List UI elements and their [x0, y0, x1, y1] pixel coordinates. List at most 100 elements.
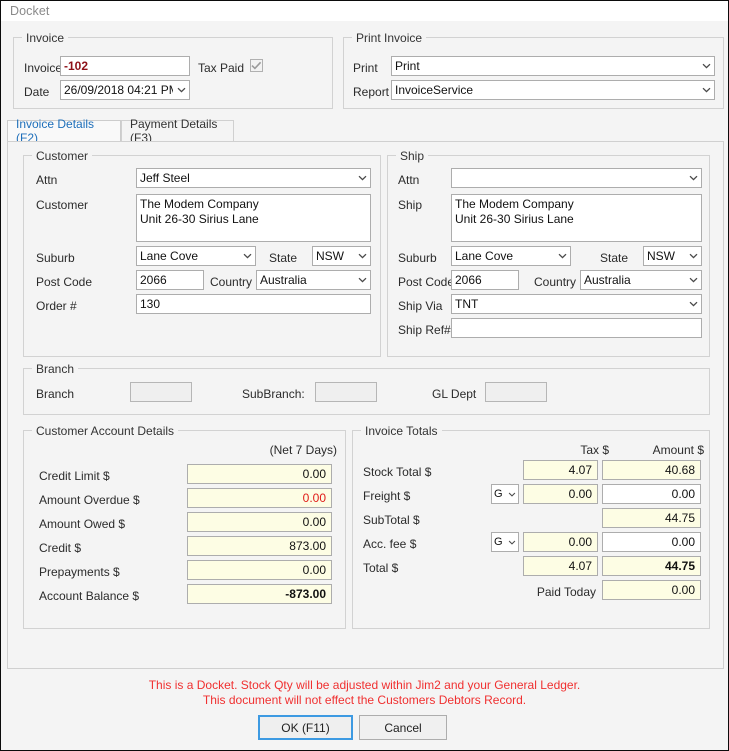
customer-postcode-field[interactable]: 2066: [136, 270, 204, 290]
chevron-down-icon: [506, 485, 518, 503]
total-label: Total $: [363, 561, 398, 575]
invoice-number-label: Invoice: [24, 61, 62, 75]
ship-address-field[interactable]: The Modem Company Unit 26-30 Sirius Lane: [451, 194, 702, 242]
chevron-down-icon: [506, 533, 518, 551]
customer-country-combo[interactable]: Australia: [256, 270, 371, 290]
freight-tax-code-combo[interactable]: G: [491, 484, 519, 504]
account-balance-field[interactable]: -873.00: [187, 584, 332, 604]
ship-state-combo[interactable]: NSW: [643, 246, 702, 266]
customer-address-label: Customer: [36, 198, 88, 212]
acc-fee-tax-code-combo[interactable]: G: [491, 532, 519, 552]
total-amount-field[interactable]: 44.75: [602, 556, 701, 576]
branch-group: Branch Branch SubBranch: GL Dept: [23, 368, 710, 415]
chevron-down-icon: [554, 247, 570, 265]
account-group-legend: Customer Account Details: [32, 424, 178, 438]
print-combo[interactable]: Print: [391, 56, 715, 76]
freight-tax-code-value: G: [494, 488, 506, 500]
branch-field[interactable]: [130, 382, 192, 402]
docket-warning-line1: This is a Docket. Stock Qty will be adju…: [1, 678, 728, 693]
print-value: Print: [395, 59, 698, 73]
ship-ref-field[interactable]: [451, 318, 702, 338]
branch-label: Branch: [36, 387, 74, 401]
subtotal-amount-field[interactable]: 44.75: [602, 508, 701, 528]
customer-order-label: Order #: [36, 299, 77, 313]
subbranch-field[interactable]: [315, 382, 377, 402]
tab-strip: Invoice Details (F2) Payment Details (F3…: [7, 120, 724, 141]
invoice-date-label: Date: [24, 85, 49, 99]
ship-country-value: Australia: [584, 273, 685, 287]
ok-button-label: OK (F11): [281, 721, 329, 735]
customer-address-field[interactable]: The Modem Company Unit 26-30 Sirius Lane: [136, 194, 371, 242]
chevron-down-icon: [354, 271, 370, 289]
customer-group: Customer Attn Jeff Steel Customer The Mo…: [23, 155, 381, 357]
tax-paid-checkbox[interactable]: [250, 59, 263, 72]
customer-attn-label: Attn: [36, 173, 57, 187]
ship-attn-combo[interactable]: [451, 168, 702, 188]
customer-country-value: Australia: [260, 273, 354, 287]
print-invoice-group-legend: Print Invoice: [352, 31, 426, 45]
ship-address-label: Ship: [398, 198, 422, 212]
title-bar: Docket: [1, 0, 728, 21]
freight-label: Freight $: [363, 489, 410, 503]
chevron-down-icon: [685, 295, 701, 313]
customer-attn-combo[interactable]: Jeff Steel: [136, 168, 371, 188]
window-client-area: Invoice Invoice -102 Tax Paid Date 26/09…: [1, 21, 728, 750]
gl-dept-field[interactable]: [485, 382, 547, 402]
paid-today-field[interactable]: 0.00: [602, 580, 701, 600]
prepayments-field[interactable]: 0.00: [187, 560, 332, 580]
ship-suburb-combo[interactable]: Lane Cove: [451, 246, 571, 266]
window-title: Docket: [10, 4, 50, 18]
invoice-totals-group: Invoice Totals Tax $ Amount $ Stock Tota…: [352, 430, 710, 629]
invoice-date-combo[interactable]: 26/09/2018 04:21 PM: [60, 80, 190, 100]
invoice-number-field[interactable]: -102: [60, 56, 190, 76]
customer-suburb-value: Lane Cove: [140, 249, 239, 263]
amount-column-header: Amount $: [609, 443, 704, 457]
acc-fee-tax-field[interactable]: 0.00: [523, 532, 598, 552]
report-value: InvoiceService: [395, 83, 698, 97]
ship-postcode-label: Post Code: [398, 275, 454, 289]
chevron-down-icon: [685, 247, 701, 265]
acc-fee-tax-code-value: G: [494, 536, 506, 548]
chevron-down-icon: [685, 271, 701, 289]
tab-payment-details[interactable]: Payment Details (F3): [121, 120, 234, 141]
subtotal-label: SubTotal $: [363, 513, 420, 527]
gl-dept-label: GL Dept: [432, 387, 476, 401]
ok-button[interactable]: OK (F11): [258, 715, 353, 740]
ship-suburb-value: Lane Cove: [455, 249, 554, 263]
subbranch-label: SubBranch:: [242, 387, 305, 401]
stock-total-label: Stock Total $: [363, 465, 431, 479]
ship-via-label: Ship Via: [398, 299, 442, 313]
report-combo[interactable]: InvoiceService: [391, 80, 715, 100]
customer-state-value: NSW: [316, 249, 354, 263]
print-label: Print: [353, 61, 378, 75]
stock-total-tax-field[interactable]: 4.07: [523, 460, 598, 480]
amount-overdue-field[interactable]: 0.00: [187, 488, 332, 508]
customer-suburb-combo[interactable]: Lane Cove: [136, 246, 256, 266]
total-tax-field[interactable]: 4.07: [523, 556, 598, 576]
ship-state-value: NSW: [647, 249, 685, 263]
chevron-down-icon: [698, 57, 714, 75]
freight-tax-field[interactable]: 0.00: [523, 484, 598, 504]
cancel-button[interactable]: Cancel: [359, 715, 447, 740]
ship-postcode-field[interactable]: 2066: [451, 270, 519, 290]
customer-account-details-group: Customer Account Details (Net 7 Days) Cr…: [23, 430, 346, 629]
customer-order-field[interactable]: 130: [136, 294, 371, 314]
acc-fee-amount-field[interactable]: 0.00: [602, 532, 701, 552]
account-terms-label: (Net 7 Days): [227, 443, 337, 457]
acc-fee-label: Acc. fee $: [363, 537, 416, 551]
amount-owed-field[interactable]: 0.00: [187, 512, 332, 532]
credit-field[interactable]: 873.00: [187, 536, 332, 556]
chevron-down-icon: [698, 81, 714, 99]
freight-amount-field[interactable]: 0.00: [602, 484, 701, 504]
customer-state-label: State: [269, 251, 297, 265]
tab-invoice-details[interactable]: Invoice Details (F2): [7, 120, 121, 141]
credit-limit-label: Credit Limit $: [39, 469, 110, 483]
chevron-down-icon: [239, 247, 255, 265]
ship-suburb-label: Suburb: [398, 251, 437, 265]
credit-limit-field[interactable]: 0.00: [187, 464, 332, 484]
ship-via-combo[interactable]: TNT: [451, 294, 702, 314]
customer-state-combo[interactable]: NSW: [312, 246, 371, 266]
stock-total-amount-field[interactable]: 40.68: [602, 460, 701, 480]
cancel-button-label: Cancel: [384, 721, 421, 735]
ship-country-combo[interactable]: Australia: [580, 270, 702, 290]
